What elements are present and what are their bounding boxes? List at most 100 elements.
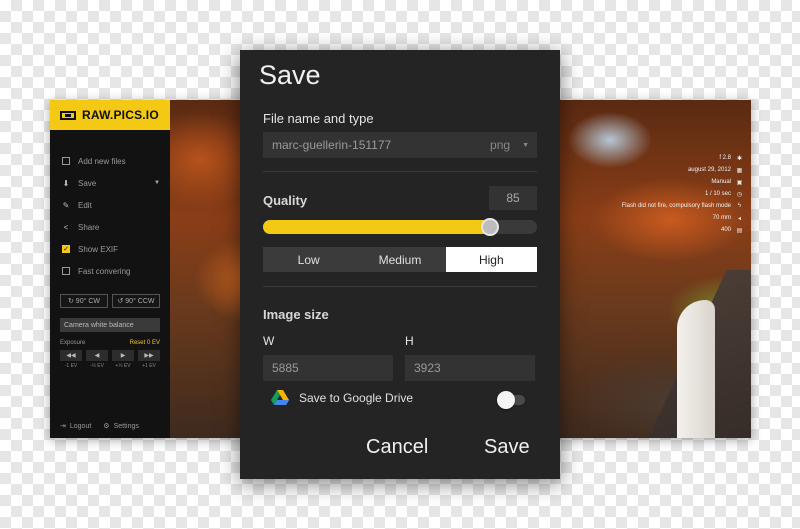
file-name-value: marc-guellerin-151177 — [272, 138, 392, 152]
sidebar-item-add-files[interactable]: Add new files — [50, 150, 170, 172]
rotate-ccw-button[interactable]: ↺ 90° CCW — [112, 294, 160, 308]
quality-slider-fill — [263, 220, 491, 234]
divider — [263, 286, 537, 287]
brand-header: RAW.PICS.IO — [50, 100, 170, 130]
exposure-value: +½ EV — [115, 363, 131, 369]
exposure-header: Exposure Reset 0 EV — [50, 332, 170, 346]
exposure-minus-1-button[interactable]: ◀◀ — [60, 350, 82, 361]
quality-slider-handle[interactable] — [481, 218, 500, 236]
exif-date: august 29, 2012 — [687, 167, 731, 173]
sidebar-item-fast-converting[interactable]: Fast convering — [50, 260, 170, 282]
height-input[interactable]: 3923 — [405, 355, 535, 381]
flash-icon: ϟ — [737, 203, 742, 209]
exif-row: f 2.8 ✱ — [593, 152, 743, 164]
file-type-value: png — [490, 138, 511, 152]
logout-button[interactable]: ⇥ Logout — [60, 422, 92, 431]
exposure-value: +1 EV — [142, 363, 156, 369]
image-size-label: Image size — [263, 307, 329, 322]
width-input[interactable]: 5885 — [263, 355, 393, 381]
pencil-icon: ✎ — [62, 200, 70, 210]
sidebar-item-save[interactable]: ⬇ Save ▼ — [50, 172, 170, 194]
white-balance-button[interactable]: Camera white balance — [60, 318, 160, 332]
width-label: W — [263, 334, 275, 348]
height-label: H — [405, 334, 414, 348]
sidebar-item-label: Share — [78, 222, 100, 232]
quality-preset-group: Low Medium High — [263, 247, 537, 272]
exif-row: august 29, 2012 ▦ — [593, 164, 743, 176]
exposure-value: -½ EV — [90, 363, 104, 369]
exposure-reset-link[interactable]: Reset 0 EV — [130, 340, 160, 346]
quality-slider[interactable] — [263, 218, 537, 236]
sidebar-item-label: Fast convering — [78, 266, 131, 276]
save-button[interactable]: Save — [484, 436, 530, 459]
sidebar-menu: Add new files ⬇ Save ▼ ✎ Edit < Share ✓ … — [50, 130, 170, 282]
exif-shutter: 1 / 10 sec — [704, 191, 731, 197]
shutter-icon: ◷ — [736, 191, 743, 198]
focal-length-icon: ◂ — [737, 215, 741, 222]
preset-medium-button[interactable]: Medium — [354, 247, 445, 272]
exif-row: Manual ▣ — [593, 176, 743, 188]
dialog-title: Save — [259, 60, 321, 90]
caret-down-icon: ▼ — [522, 141, 529, 149]
sidebar-footer: ⇥ Logout ⚙ Settings — [60, 422, 164, 431]
rotate-ccw-label: 90° CCW — [125, 297, 155, 305]
exposure-label: Exposure — [60, 340, 86, 346]
rotate-controls: ↻ 90° CW ↺ 90° CCW — [50, 282, 170, 308]
camera-mode-icon: ▣ — [736, 179, 743, 186]
sidebar-item-label: Save — [78, 178, 97, 188]
file-name-input[interactable]: marc-guellerin-151177 png ▼ — [263, 132, 537, 158]
exposure-plus-half-button[interactable]: ▶ — [112, 350, 134, 361]
sidebar-item-label: Add new files — [78, 156, 126, 166]
settings-button[interactable]: ⚙ Settings — [103, 422, 139, 431]
sidebar-item-label: Show EXIF — [78, 244, 119, 254]
rotate-cw-button[interactable]: ↻ 90° CW — [60, 294, 108, 308]
share-icon: < — [63, 222, 69, 232]
save-dialog: Save File name and type marc-guellerin-1… — [240, 50, 560, 479]
exif-row: 1 / 10 sec ◷ — [593, 188, 743, 200]
exposure-buttons: ◀◀ ◀ ▶ ▶▶ — [50, 346, 170, 361]
exif-row: 400 ▤ — [593, 224, 743, 236]
sidebar: RAW.PICS.IO Add new files ⬇ Save ▼ ✎ Edi… — [50, 100, 170, 438]
gear-icon: ⚙ — [103, 423, 110, 430]
google-drive-label: Save to Google Drive — [299, 391, 414, 405]
preset-low-button[interactable]: Low — [263, 247, 354, 272]
file-section-label: File name and type — [263, 111, 374, 126]
exif-aperture: f 2.8 — [719, 155, 731, 161]
rotate-ccw-icon: ↺ — [117, 298, 126, 305]
rotate-cw-icon: ↻ — [67, 298, 76, 305]
photo-subject — [677, 300, 715, 438]
exif-row: Flash did not fire, compulsory flash mod… — [593, 200, 743, 212]
calendar-icon: ▦ — [736, 167, 743, 174]
exposure-plus-1-button[interactable]: ▶▶ — [138, 350, 160, 361]
sidebar-item-show-exif[interactable]: ✓ Show EXIF — [50, 238, 170, 260]
image-icon — [62, 157, 70, 165]
cancel-button[interactable]: Cancel — [366, 436, 428, 459]
exif-mode: Manual — [711, 179, 731, 185]
google-drive-toggle[interactable] — [497, 391, 525, 409]
exif-panel: f 2.8 ✱ august 29, 2012 ▦ Manual ▣ 1 / 1… — [593, 152, 743, 236]
settings-label: Settings — [113, 422, 139, 430]
file-type-select[interactable]: png ▼ — [490, 132, 529, 158]
checkbox-icon[interactable] — [62, 267, 70, 275]
quality-label: Quality — [263, 193, 308, 208]
divider — [263, 171, 537, 172]
exposure-minus-half-button[interactable]: ◀ — [86, 350, 108, 361]
exif-flash: Flash did not fire, compulsory flash mod… — [621, 203, 731, 209]
film-logo-icon — [60, 110, 76, 120]
exif-row: 70 mm ◂ — [593, 212, 743, 224]
exposure-value: -1 EV — [64, 363, 78, 369]
sidebar-item-label: Edit — [78, 200, 92, 210]
caret-down-icon: ▼ — [154, 180, 160, 186]
quality-value-input[interactable]: 85 — [489, 186, 537, 210]
logout-label: Logout — [69, 422, 92, 430]
iso-icon: ▤ — [736, 227, 743, 234]
sidebar-item-edit[interactable]: ✎ Edit — [50, 194, 170, 216]
logout-icon: ⇥ — [60, 423, 66, 430]
preset-high-button[interactable]: High — [445, 247, 537, 272]
brand-name: RAW.PICS.IO — [82, 108, 159, 122]
google-drive-icon — [271, 390, 289, 405]
exif-iso: 400 — [720, 227, 731, 233]
checkbox-checked-icon[interactable]: ✓ — [62, 245, 70, 253]
sidebar-item-share[interactable]: < Share — [50, 216, 170, 238]
exif-focal-length: 70 mm — [712, 215, 731, 221]
